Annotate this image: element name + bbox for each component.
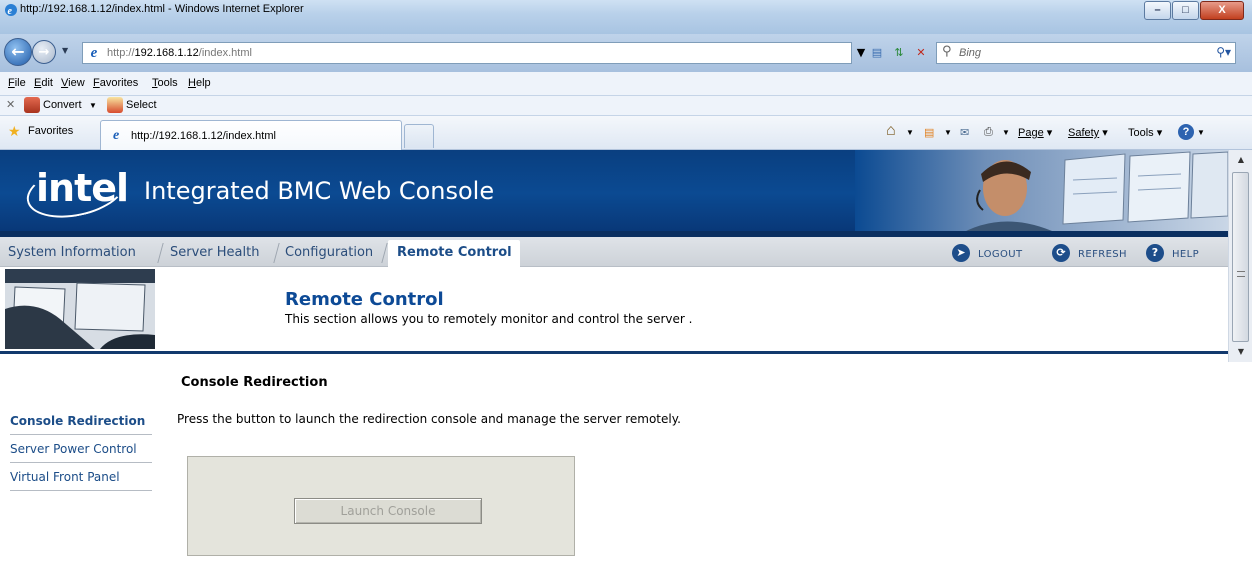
nav-tabs: System Information Server Health Configu… xyxy=(0,237,1228,267)
page-menu[interactable]: Page ▾ xyxy=(1018,126,1052,139)
close-icon: X xyxy=(1218,4,1226,16)
window-title: http://192.168.1.12/index.html - Windows… xyxy=(20,3,304,15)
minimize-button[interactable]: – xyxy=(1144,1,1171,20)
launch-console-button[interactable]: Launch Console xyxy=(294,498,482,524)
section-header: Remote Control This section allows you t… xyxy=(0,267,1228,354)
help-dropdown-icon[interactable]: ▼ xyxy=(1197,128,1205,137)
address-url: http://192.168.1.12/index.html xyxy=(107,47,252,59)
tab-system-information[interactable]: System Information xyxy=(8,245,136,260)
tab-separator xyxy=(381,243,388,263)
menu-edit[interactable]: Edit xyxy=(34,77,53,89)
forward-button[interactable]: → xyxy=(32,40,56,64)
ie-icon: e xyxy=(5,4,17,17)
menu-file[interactable]: File xyxy=(8,77,26,89)
tools-menu[interactable]: Tools ▾ xyxy=(1128,126,1162,139)
new-tab-button[interactable] xyxy=(404,124,434,148)
page-scrollbar[interactable]: ▲ ▼ xyxy=(1228,150,1252,362)
page-viewport: intel Integrated BMC Web Console System … xyxy=(0,150,1228,575)
refresh-page-icon[interactable]: ⇅ xyxy=(890,44,908,62)
forward-arrow-icon: → xyxy=(38,45,50,60)
app-title: Integrated BMC Web Console xyxy=(144,177,495,205)
scroll-down-icon[interactable]: ▼ xyxy=(1229,344,1252,360)
tab-remote-control[interactable]: Remote Control xyxy=(388,240,520,267)
feeds-dropdown-icon[interactable]: ▼ xyxy=(944,128,952,137)
browser-tab[interactable]: e http://192.168.1.12/index.html xyxy=(100,120,402,150)
close-button[interactable]: X xyxy=(1200,1,1244,20)
tab-remote-control-label: Remote Control xyxy=(397,245,512,260)
logout-label: LOGOUT xyxy=(978,249,1023,260)
power-icon: ➤ xyxy=(952,244,970,262)
print-icon[interactable]: ⎙ xyxy=(984,126,993,139)
help-menu-icon[interactable]: ? xyxy=(1178,124,1194,140)
page-icon: e xyxy=(86,45,102,61)
sidebar-item-server-power-control[interactable]: Server Power Control xyxy=(10,442,137,456)
mail-icon[interactable]: ✉ xyxy=(960,126,969,139)
ie-page-icon: e xyxy=(113,128,120,143)
search-box[interactable]: ⚲ Bing ⚲▾ xyxy=(936,42,1236,64)
address-bar[interactable]: e http://192.168.1.12/index.html xyxy=(82,42,852,64)
menu-favorites[interactable]: Favorites xyxy=(93,77,138,89)
maximize-icon: □ xyxy=(1182,4,1189,16)
favorites-button[interactable]: Favorites xyxy=(28,125,73,137)
star-icon[interactable]: ★ xyxy=(8,124,21,140)
convert-button[interactable]: Convert xyxy=(43,99,82,111)
sidebar-item-virtual-front-panel[interactable]: Virtual Front Panel xyxy=(10,470,120,484)
menu-bar: File Edit View Favorites Tools Help xyxy=(0,72,1252,96)
home-dropdown-icon[interactable]: ▼ xyxy=(906,128,914,137)
select-button[interactable]: Select xyxy=(126,99,157,111)
address-toolbar: ← → ▼ e http://192.168.1.12/index.html ▼… xyxy=(0,34,1252,72)
help-label: HELP xyxy=(1172,249,1200,260)
section-description: This section allows you to remotely moni… xyxy=(285,312,693,326)
tab-separator xyxy=(157,243,164,263)
tab-configuration[interactable]: Configuration xyxy=(285,245,373,260)
console-launch-panel: Launch Console xyxy=(187,456,575,556)
stop-icon[interactable]: ✕ xyxy=(912,44,930,62)
help-icon: ? xyxy=(1146,244,1164,262)
content-title: Console Redirection xyxy=(181,375,328,390)
search-icon: ⚲ xyxy=(942,44,952,59)
browser-tab-label: http://192.168.1.12/index.html xyxy=(131,130,276,142)
compatibility-icon[interactable]: ▤ xyxy=(868,44,886,62)
instruction-text: Press the button to launch the redirecti… xyxy=(177,412,681,426)
tab-server-health[interactable]: Server Health xyxy=(170,245,259,260)
sidebar-divider xyxy=(10,462,152,463)
select-icon xyxy=(107,97,123,113)
sidebar-divider xyxy=(10,490,152,491)
menu-help[interactable]: Help xyxy=(188,77,211,89)
svg-text:e: e xyxy=(8,6,13,17)
convert-dropdown-icon[interactable]: ▼ xyxy=(89,101,97,110)
maximize-button[interactable]: □ xyxy=(1172,1,1199,20)
section-title: Remote Control xyxy=(285,289,444,310)
tab-separator xyxy=(273,243,280,263)
refresh-label: REFRESH xyxy=(1078,249,1127,260)
window-titlebar: e http://192.168.1.12/index.html - Windo… xyxy=(0,0,1252,34)
close-toolbar-icon[interactable]: ✕ xyxy=(6,98,15,111)
safety-menu[interactable]: Safety ▾ xyxy=(1068,126,1108,139)
intel-logo: intel xyxy=(36,166,129,210)
section-photo xyxy=(5,269,155,349)
banner: intel Integrated BMC Web Console xyxy=(0,150,1228,237)
back-button[interactable]: ← xyxy=(4,38,32,66)
pdf-toolbar: ✕ Convert ▼ Select xyxy=(0,96,1252,116)
sidebar-divider xyxy=(10,434,152,435)
home-icon[interactable]: ⌂ xyxy=(886,122,896,140)
search-go-icon[interactable]: ⚲▾ xyxy=(1216,45,1231,59)
menu-view[interactable]: View xyxy=(61,77,85,89)
feeds-icon[interactable]: ▤ xyxy=(924,126,934,139)
print-dropdown-icon[interactable]: ▼ xyxy=(1002,128,1010,137)
minimize-icon: – xyxy=(1154,4,1161,16)
search-placeholder: Bing xyxy=(959,47,982,59)
convert-icon xyxy=(24,97,40,113)
banner-photo xyxy=(855,150,1228,237)
favorites-bar: ★ Favorites e http://192.168.1.12/index.… xyxy=(0,116,1252,150)
history-dropdown-icon[interactable]: ▼ xyxy=(62,46,68,55)
refresh-icon: ⟳ xyxy=(1052,244,1070,262)
menu-tools[interactable]: Tools xyxy=(152,77,178,89)
sidebar-item-console-redirection[interactable]: Console Redirection xyxy=(10,414,145,428)
back-arrow-icon: ← xyxy=(11,42,25,61)
scrollbar-thumb[interactable] xyxy=(1232,172,1249,342)
scroll-up-icon[interactable]: ▲ xyxy=(1229,152,1252,168)
